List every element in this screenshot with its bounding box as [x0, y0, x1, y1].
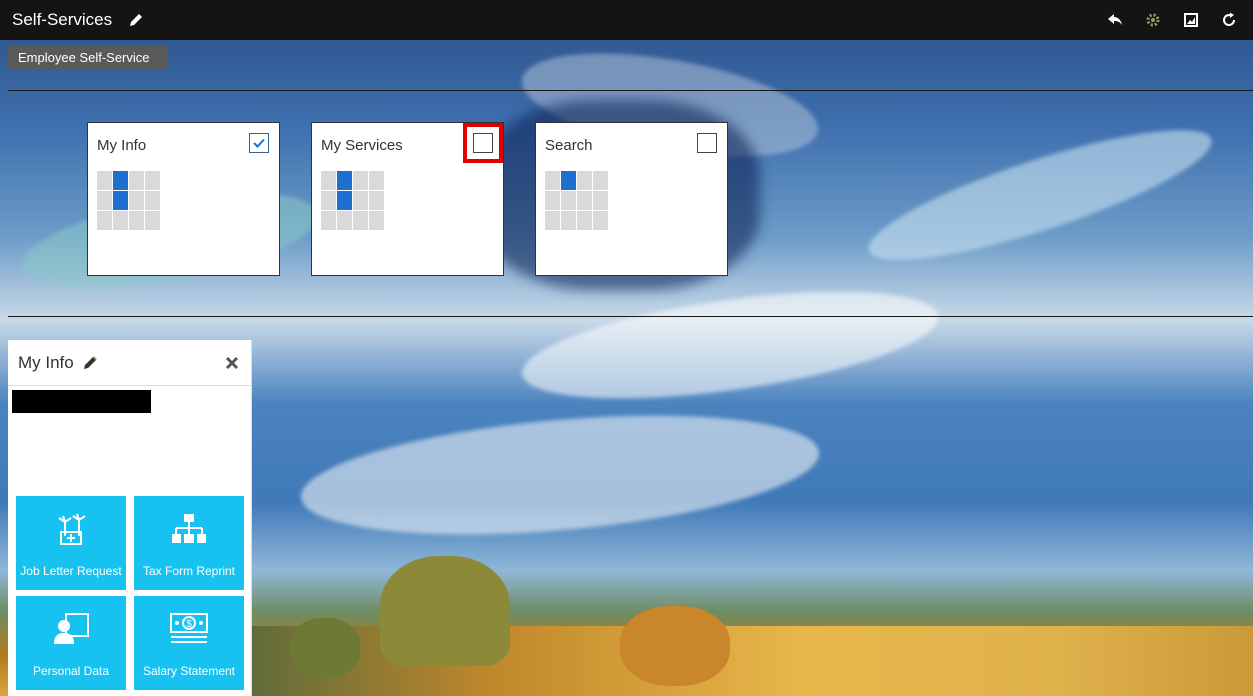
tile-my-services[interactable]: My Services	[311, 122, 504, 276]
layout-grid-icon	[97, 171, 160, 230]
divider-top	[8, 90, 1253, 91]
tile-checkbox-my-services[interactable]	[463, 123, 503, 163]
tile-label: My Services	[321, 137, 403, 154]
divider-bottom	[8, 316, 1253, 317]
close-icon[interactable]	[223, 354, 241, 372]
edit-pencil-icon[interactable]	[80, 353, 100, 373]
service-label: Salary Statement	[142, 664, 236, 678]
redacted-name	[12, 390, 151, 413]
check-icon	[253, 138, 265, 148]
tile-checkbox-my-info[interactable]	[249, 133, 269, 153]
my-info-panel: My Info Job Letter Request Tax Form Repr…	[8, 340, 252, 696]
tab-employee-self-service[interactable]: Employee Self-Service	[8, 46, 168, 70]
service-label: Job Letter Request	[20, 564, 122, 578]
top-bar: Self-Services	[0, 0, 1253, 40]
org-chart-icon	[134, 510, 244, 548]
svg-text:$: $	[186, 619, 192, 630]
personal-data-button[interactable]: Personal Data	[16, 596, 126, 690]
layout-grid-icon	[545, 171, 608, 230]
tile-label: My Info	[97, 137, 147, 154]
palm-trees-icon	[16, 510, 126, 548]
app-title: Self-Services	[12, 10, 113, 29]
money-bill-icon: $	[134, 610, 244, 648]
service-label: Tax Form Reprint	[142, 564, 236, 578]
service-buttons: Job Letter Request Tax Form Reprint Pers…	[16, 496, 244, 690]
gear-icon[interactable]	[1143, 10, 1163, 30]
tile-my-info[interactable]: My Info	[87, 122, 280, 276]
job-letter-request-button[interactable]: Job Letter Request	[16, 496, 126, 590]
layout-grid-icon	[321, 171, 384, 230]
tax-form-reprint-button[interactable]: Tax Form Reprint	[134, 496, 244, 590]
tile-search[interactable]: Search	[535, 122, 728, 276]
refresh-icon[interactable]	[1219, 10, 1239, 30]
panel-title: My Info	[18, 352, 74, 372]
image-icon[interactable]	[1181, 10, 1201, 30]
edit-pencil-icon[interactable]	[126, 10, 146, 30]
tile-checkbox-search[interactable]	[697, 133, 717, 153]
salary-statement-button[interactable]: $ Salary Statement	[134, 596, 244, 690]
user-board-icon	[16, 610, 126, 648]
tile-label: Search	[545, 137, 593, 154]
panel-header: My Info	[8, 340, 251, 386]
back-arrow-icon[interactable]	[1105, 10, 1125, 30]
service-label: Personal Data	[32, 664, 110, 678]
